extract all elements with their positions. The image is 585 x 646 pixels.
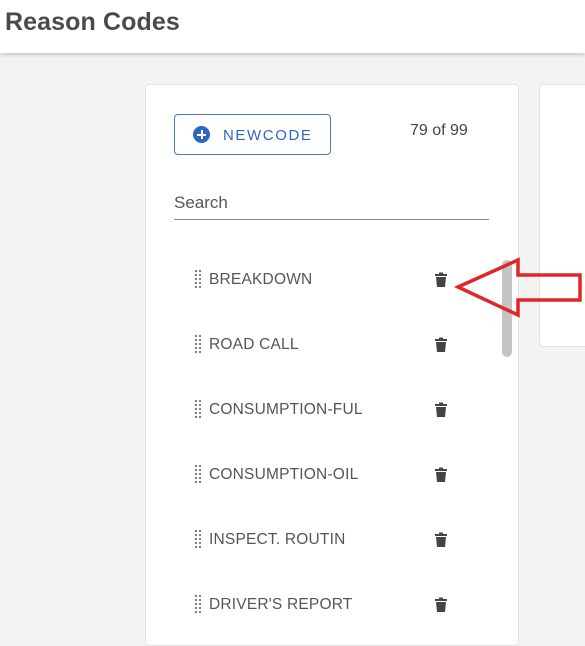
trash-icon[interactable] — [434, 467, 448, 483]
list-item-label: BREAKDOWN — [209, 271, 313, 288]
list-item-road-call[interactable]: ROAD CALL — [146, 325, 486, 365]
search-input[interactable] — [174, 187, 489, 220]
red-arrow-icon — [453, 257, 582, 318]
list-item-label: CONSUMPTION-FUL — [209, 401, 363, 418]
list-item-drivers-report[interactable]: DRIVER'S REPORT — [146, 585, 486, 625]
drag-handle-icon[interactable] — [194, 594, 202, 614]
list-item-label: INSPECT. ROUTIN — [209, 531, 346, 548]
drag-handle-icon[interactable] — [194, 334, 202, 354]
new-code-button-label: NEWCODE — [223, 127, 313, 144]
app-header: Reason Codes — [0, 0, 585, 53]
list-item-inspect-routin[interactable]: INSPECT. ROUTIN — [146, 520, 486, 560]
list-item-label: CONSUMPTION-OIL — [209, 466, 359, 483]
trash-icon[interactable] — [434, 532, 448, 548]
list-item-label: ROAD CALL — [209, 336, 299, 353]
trash-icon[interactable] — [434, 272, 448, 288]
trash-icon[interactable] — [434, 337, 448, 353]
trash-icon[interactable] — [434, 402, 448, 418]
list-item-label: DRIVER'S REPORT — [209, 596, 353, 613]
record-count: 79 of 99 — [410, 122, 468, 139]
list-item-breakdown[interactable]: BREAKDOWN — [146, 260, 486, 300]
new-code-button[interactable]: NEWCODE — [174, 114, 331, 155]
drag-handle-icon[interactable] — [194, 529, 202, 549]
trash-icon[interactable] — [434, 597, 448, 613]
page-title: Reason Codes — [5, 8, 180, 36]
drag-handle-icon[interactable] — [194, 464, 202, 484]
list-item-consumption-ful[interactable]: CONSUMPTION-FUL — [146, 390, 486, 430]
drag-handle-icon[interactable] — [194, 269, 202, 289]
list-item-consumption-oil[interactable]: CONSUMPTION-OIL — [146, 455, 486, 495]
drag-handle-icon[interactable] — [194, 399, 202, 419]
reason-codes-panel: NEWCODE 79 of 99 BREAKDOWN ROAD CALL CON… — [145, 84, 519, 646]
plus-circle-icon — [193, 126, 210, 143]
